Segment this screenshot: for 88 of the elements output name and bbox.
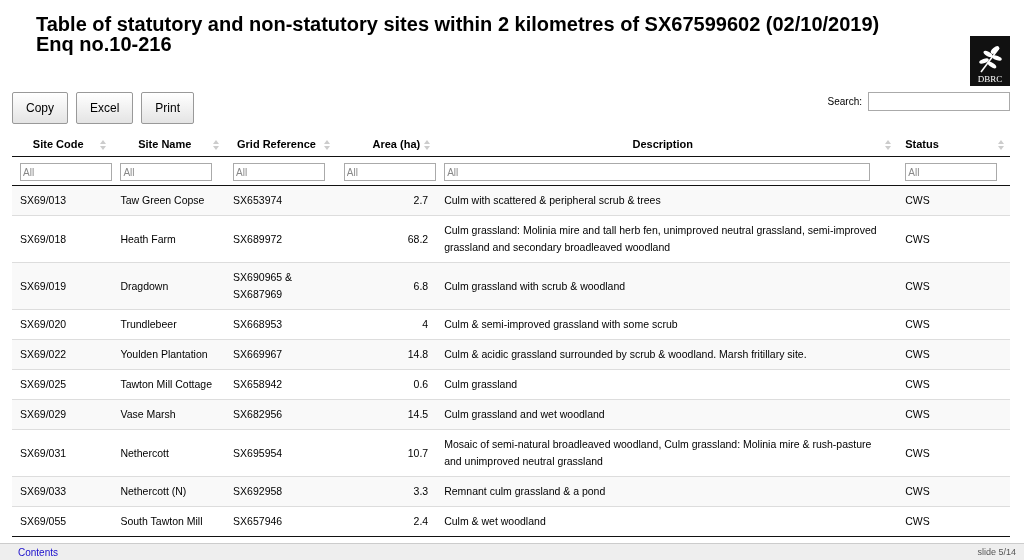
table-cell: 2.7 bbox=[413, 194, 429, 206]
sort-icon[interactable] bbox=[998, 140, 1004, 150]
page-title: Table of statutory and non-statutory sites within 2 kilometres of SX67599602 (02/10/2019) bbox=[36, 14, 880, 34]
table-cell: 6.8 bbox=[413, 279, 429, 292]
table-cell: 2.4 bbox=[413, 515, 429, 527]
slide-counter: slide 5/14 bbox=[977, 547, 1016, 557]
table-cell: CWS bbox=[905, 232, 930, 245]
table-cell: CWS bbox=[905, 446, 930, 459]
table-cell: CWS bbox=[905, 279, 930, 292]
table-cell: Culm grassland bbox=[444, 378, 518, 390]
table-cell: Culm grassland and wet woodland bbox=[444, 408, 605, 420]
table-cell: Tawton Mill Cottage bbox=[120, 378, 213, 390]
table-cell: SX653974 bbox=[233, 194, 283, 206]
page-subtitle: Enq no.10-216 bbox=[36, 34, 172, 54]
table-cell: CWS bbox=[905, 515, 930, 527]
column-header[interactable]: Area (ha) bbox=[372, 138, 421, 150]
table-cell: 14.5 bbox=[407, 408, 429, 420]
table-cell: 10.7 bbox=[407, 446, 429, 459]
table-cell: 0.6 bbox=[413, 378, 429, 390]
table-cell: Culm & acidic grassland surrounded by scrub & woodland. Marsh fritillary site. bbox=[444, 348, 807, 360]
table-cell: CWS bbox=[905, 408, 930, 420]
table-cell: SX668953 bbox=[233, 318, 283, 330]
toolbar-button[interactable]: Copy bbox=[12, 92, 68, 124]
table-cell: SX682956 bbox=[233, 408, 283, 420]
table-cell: CWS bbox=[905, 194, 930, 206]
column-header[interactable]: Grid Reference bbox=[237, 138, 316, 150]
column-header[interactable]: Site Name bbox=[138, 138, 192, 150]
table-cell: Mosaic of semi-natural broadleaved woodland, Culm grassland: Molinia mire & rush-pasture and unimproved neutral grassland bbox=[444, 438, 872, 467]
table-cell: SX69/019 bbox=[20, 279, 67, 292]
table-cell: SX669967 bbox=[233, 348, 283, 360]
filter-field[interactable]: All bbox=[233, 163, 326, 181]
table-cell: Nethercott bbox=[120, 446, 169, 459]
sort-icon[interactable] bbox=[100, 140, 107, 150]
table-cell: Culm & wet woodland bbox=[444, 515, 546, 527]
sort-icon[interactable] bbox=[885, 140, 892, 150]
table-cell: SX690965 & SX687969 bbox=[233, 271, 293, 300]
table-cell: SX657946 bbox=[233, 515, 283, 527]
table-cell: 14.8 bbox=[407, 348, 429, 360]
table-cell: SX69/020 bbox=[20, 318, 67, 330]
table-cell: SX69/022 bbox=[20, 348, 67, 360]
table-cell: Youlden Plantation bbox=[120, 348, 208, 360]
table-cell: Trundlebeer bbox=[120, 318, 177, 330]
filter-field[interactable]: All bbox=[20, 163, 112, 181]
table-cell: SX69/018 bbox=[20, 232, 67, 245]
filter-field[interactable]: All bbox=[343, 163, 436, 181]
table-cell: CWS bbox=[905, 318, 930, 330]
filter-field[interactable]: All bbox=[444, 163, 871, 181]
contents-link[interactable]: Contents bbox=[18, 546, 59, 558]
table-cell: South Tawton Mill bbox=[120, 515, 203, 527]
sort-icon[interactable] bbox=[424, 140, 431, 150]
table-cell: SX695954 bbox=[233, 446, 283, 459]
table-cell: Nethercott (N) bbox=[120, 485, 187, 497]
toolbar-button[interactable]: Excel bbox=[76, 92, 134, 124]
logo-text: DBRC bbox=[977, 74, 1003, 84]
table-cell: Culm & semi-improved grassland with some scrub bbox=[444, 318, 678, 330]
table-cell: SX69/013 bbox=[20, 194, 67, 206]
table-cell: Taw Green Copse bbox=[120, 194, 205, 206]
toolbar-button[interactable]: Print bbox=[141, 92, 195, 124]
table-cell: SX69/033 bbox=[20, 485, 67, 497]
table-cell: SX658942 bbox=[233, 378, 283, 390]
table-cell: SX69/029 bbox=[20, 408, 67, 420]
table-cell: 4 bbox=[422, 318, 429, 330]
table-cell: Culm with scattered & peripheral scrub & trees bbox=[444, 194, 661, 206]
column-header[interactable]: Description bbox=[632, 138, 693, 150]
sort-icon[interactable] bbox=[213, 140, 220, 150]
table-cell: SX689972 bbox=[233, 232, 283, 245]
column-header[interactable]: Site Code bbox=[32, 138, 84, 150]
column-header[interactable]: Status bbox=[905, 138, 939, 150]
search-field[interactable] bbox=[868, 92, 1010, 111]
table-cell: Dragdown bbox=[120, 279, 169, 292]
table-cell: Culm grassland: Molinia mire and tall herb fen, unimproved neutral grassland, semi-improved grassland and secondary broadleaved woodland bbox=[444, 224, 877, 253]
table-cell: SX69/055 bbox=[20, 515, 67, 527]
table-cell: CWS bbox=[905, 348, 930, 360]
table-cell: CWS bbox=[905, 378, 930, 390]
table-cell: SX692958 bbox=[233, 485, 283, 497]
table-cell: Culm grassland with scrub & woodland bbox=[444, 279, 626, 292]
table-cell: SX69/025 bbox=[20, 378, 67, 390]
filter-field[interactable]: All bbox=[905, 163, 998, 181]
table-cell: CWS bbox=[905, 485, 930, 497]
filter-field[interactable]: All bbox=[120, 163, 213, 181]
table-cell: Heath Farm bbox=[120, 232, 176, 245]
table-cell: Vase Marsh bbox=[120, 408, 176, 420]
table-cell: 68.2 bbox=[407, 232, 429, 245]
table-cell: SX69/031 bbox=[20, 446, 67, 459]
sort-icon[interactable] bbox=[323, 140, 330, 150]
table-cell: 3.3 bbox=[413, 485, 429, 497]
table-cell: Remnant culm grassland & a pond bbox=[444, 485, 606, 497]
search-label: Search: bbox=[827, 96, 862, 107]
